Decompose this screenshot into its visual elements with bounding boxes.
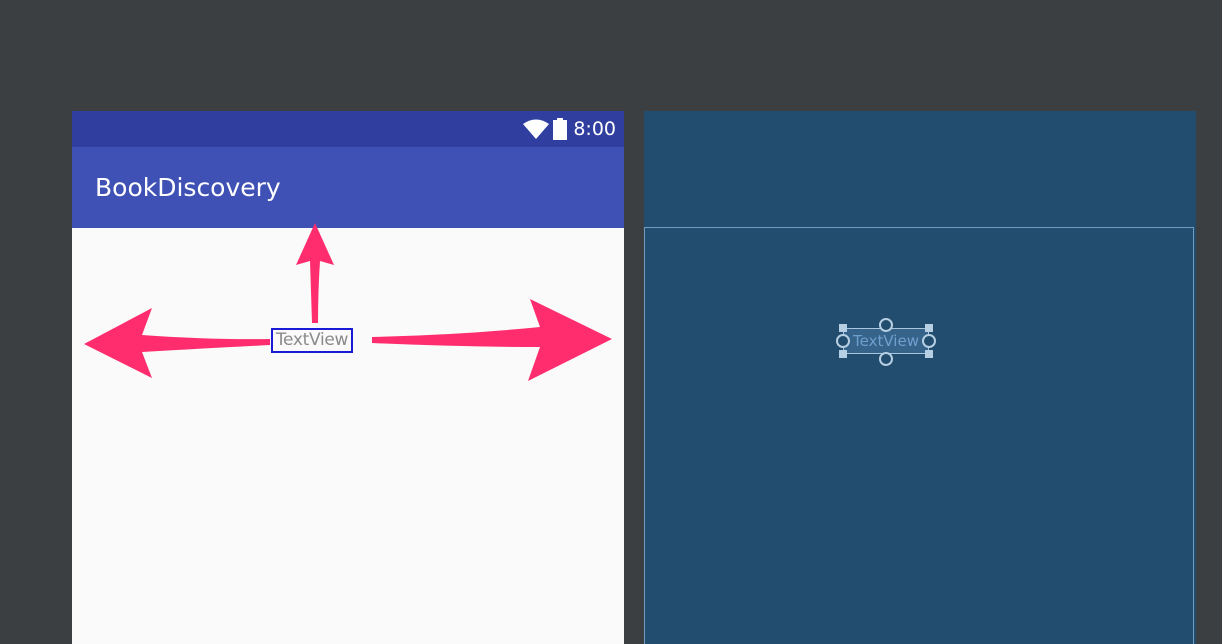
wifi-icon [523,119,550,139]
content-area: TextView [72,228,624,644]
app-title: BookDiscovery [95,173,281,202]
constraint-anchor-right[interactable] [922,334,936,348]
design-preview: 8:00 BookDiscovery TextView [72,111,624,644]
blueprint-view: TextView [644,111,1196,644]
resize-handle-bottom-left[interactable] [839,350,847,358]
constraint-anchor-left[interactable] [836,334,850,348]
arrow-right-icon [372,299,612,381]
blueprint-content-area: TextView [644,227,1194,644]
resize-handle-top-right[interactable] [925,324,933,332]
arrow-left-icon [84,308,270,378]
battery-icon [553,118,568,140]
arrow-up-icon [296,223,334,323]
status-bar: 8:00 [72,111,624,147]
constraint-anchor-top[interactable] [879,318,893,332]
app-bar: BookDiscovery [72,147,624,228]
status-time: 8:00 [573,118,616,140]
resize-handle-top-left[interactable] [839,324,847,332]
resize-handle-bottom-right[interactable] [925,350,933,358]
constraint-anchor-bottom[interactable] [879,352,893,366]
status-icons: 8:00 [523,117,616,141]
textview-preview[interactable]: TextView [271,328,353,353]
